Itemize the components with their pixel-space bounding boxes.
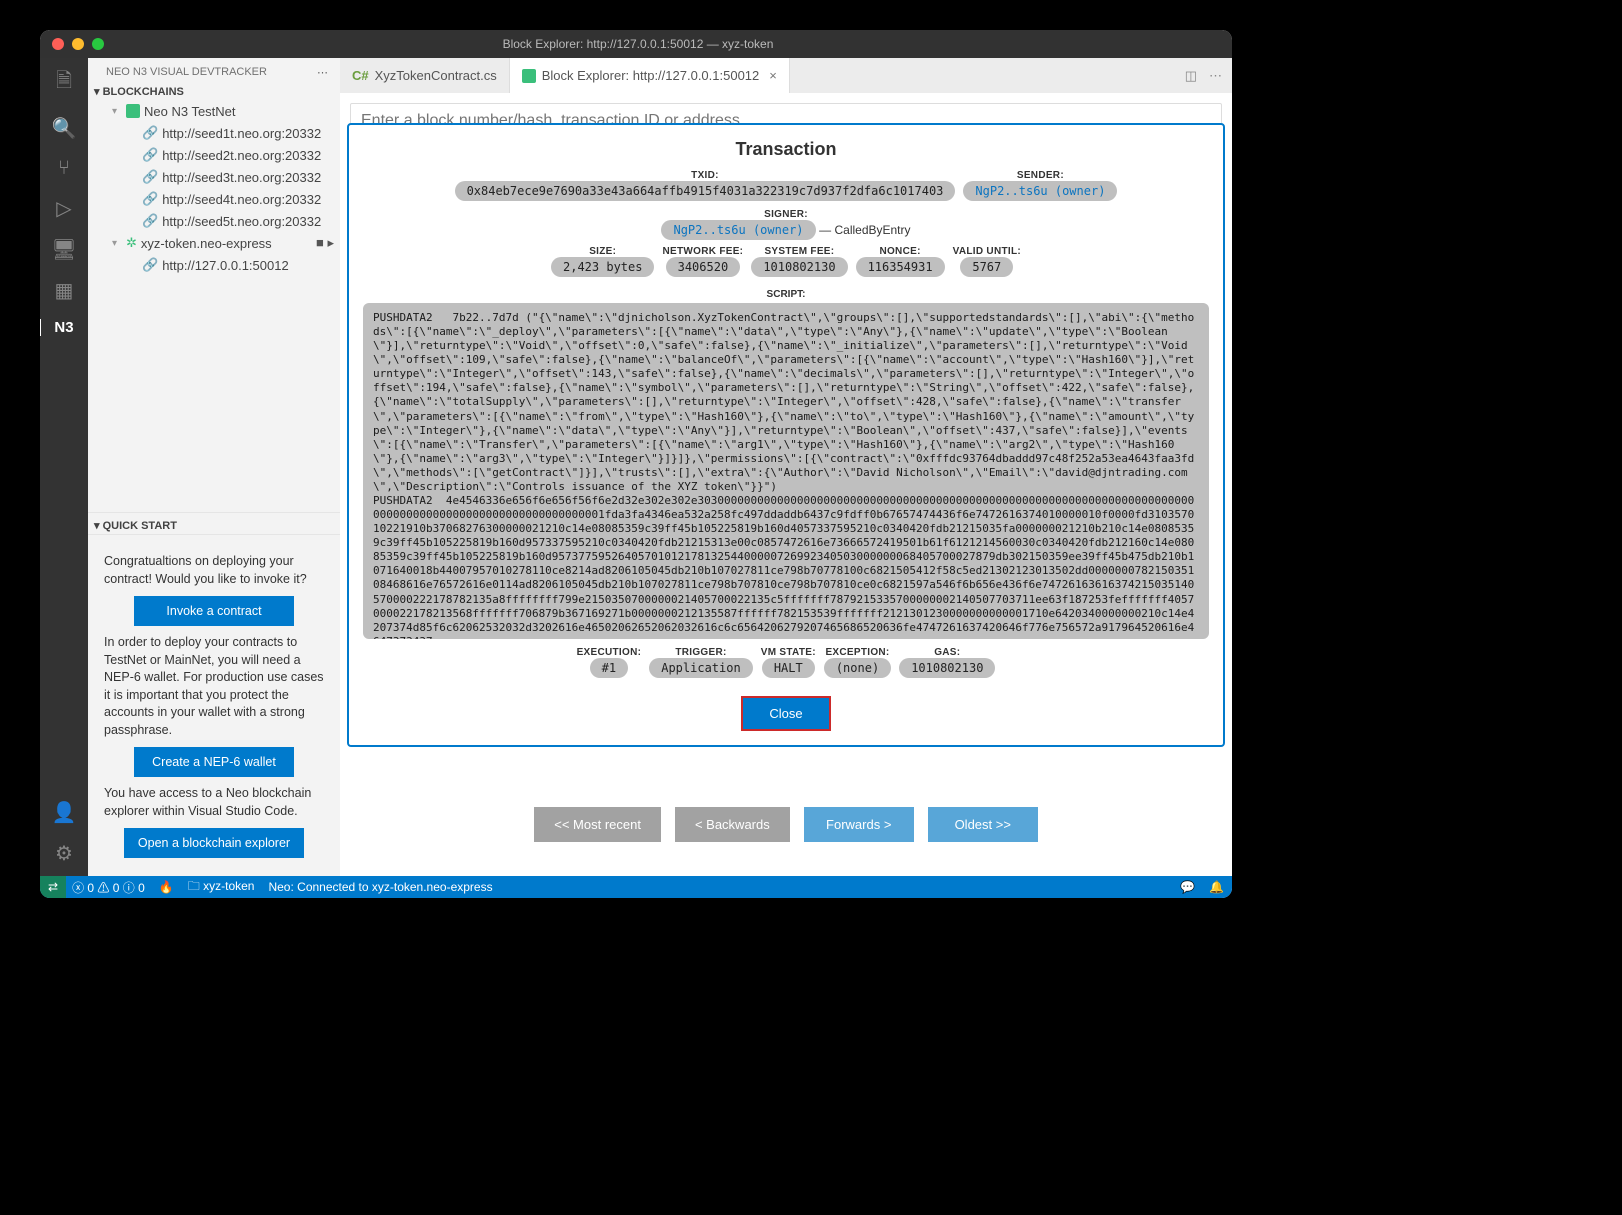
- sidebar-section-quickstart[interactable]: ▾ QUICK START: [88, 512, 340, 534]
- validuntil-chip: 5767: [960, 257, 1013, 277]
- remote-indicator[interactable]: ⇄: [40, 876, 66, 898]
- link-icon: 🔗: [142, 147, 158, 163]
- script-label: SCRIPT:: [363, 289, 1209, 300]
- split-editor-icon[interactable]: ◫: [1185, 68, 1197, 84]
- txid-chip[interactable]: 0x84eb7ece9e7690a33e43a664affb4915f4031a…: [455, 181, 956, 201]
- activity-bar: 🗎 🔍 ⑂ ▷ 🖥 ▦ N3 👤 ⚙: [40, 58, 88, 876]
- app-window: Block Explorer: http://127.0.0.1:50012 —…: [40, 30, 1232, 898]
- gas-chip: 1010802130: [899, 658, 995, 678]
- remote-explorer-icon[interactable]: 🖥: [51, 237, 76, 262]
- bell-icon[interactable]: 🔔: [1209, 880, 1224, 894]
- tree-item-local[interactable]: ▾✲ xyz-token.neo-express ■ ▸: [88, 232, 340, 254]
- close-window-icon[interactable]: [52, 38, 64, 50]
- size-chip: 2,423 bytes: [551, 257, 654, 277]
- trigger-chip: Application: [649, 658, 752, 678]
- quick-start-panel: Congratualtions on deploying your contra…: [88, 534, 340, 876]
- tree-item-local-node[interactable]: 🔗 http://127.0.0.1:50012: [88, 254, 340, 276]
- tree-item-seed[interactable]: 🔗http://seed4t.neo.org:20332: [88, 188, 340, 210]
- invoke-contract-button[interactable]: Invoke a contract: [134, 596, 294, 626]
- sender-chip[interactable]: NgP2..ts6u (owner): [963, 181, 1117, 201]
- tree-item-seed[interactable]: 🔗http://seed1t.neo.org:20332: [88, 122, 340, 144]
- status-fire-icon[interactable]: 🔥: [159, 880, 174, 894]
- tree-item-seed[interactable]: 🔗http://seed2t.neo.org:20332: [88, 144, 340, 166]
- stop-icon[interactable]: ■ ▸: [316, 235, 334, 251]
- status-folder[interactable]: 🗀 xyz-token: [188, 877, 255, 898]
- csharp-file-icon: C#: [352, 68, 369, 83]
- explorer-icon[interactable]: 🗎: [56, 66, 72, 100]
- vmstate-chip: HALT: [762, 658, 815, 678]
- more-icon[interactable]: ⋯: [317, 66, 328, 79]
- quick-text-1: Congratualtions on deploying your contra…: [104, 553, 324, 588]
- search-icon[interactable]: 🔍: [52, 116, 77, 141]
- neo-cube-icon: [522, 69, 536, 83]
- blockchain-tree: ▾ Neo N3 TestNet 🔗http://seed1t.neo.org:…: [88, 100, 340, 282]
- sysfee-chip: 1010802130: [751, 257, 847, 277]
- tab-block-explorer[interactable]: Block Explorer: http://127.0.0.1:50012 ×: [510, 58, 790, 93]
- tree-item-seed[interactable]: 🔗http://seed5t.neo.org:20332: [88, 210, 340, 232]
- exception-chip: (none): [824, 658, 891, 678]
- tree-item-seed[interactable]: 🔗http://seed3t.neo.org:20332: [88, 166, 340, 188]
- status-neo-connection[interactable]: Neo: Connected to xyz-token.neo-express: [268, 880, 492, 894]
- source-control-icon[interactable]: ⑂: [58, 157, 70, 180]
- close-button[interactable]: Close: [741, 696, 830, 731]
- link-icon: 🔗: [142, 169, 158, 185]
- traffic-lights[interactable]: [40, 38, 104, 50]
- transaction-modal: Transaction TXID: 0x84eb7ece9e7690a33e43…: [347, 123, 1225, 747]
- titlebar: Block Explorer: http://127.0.0.1:50012 —…: [40, 30, 1232, 58]
- settings-gear-icon[interactable]: ⚙: [55, 841, 73, 866]
- execution-chip: #1: [590, 658, 628, 678]
- link-icon: 🔗: [142, 125, 158, 141]
- window-title: Block Explorer: http://127.0.0.1:50012 —…: [104, 37, 1172, 51]
- zoom-window-icon[interactable]: [92, 38, 104, 50]
- signer-chip[interactable]: NgP2..ts6u (owner): [661, 220, 815, 240]
- link-icon: 🔗: [142, 191, 158, 207]
- tree-item-testnet[interactable]: ▾ Neo N3 TestNet: [88, 100, 340, 122]
- quick-text-2: In order to deploy your contracts to Tes…: [104, 634, 324, 739]
- link-icon: 🔗: [142, 257, 158, 273]
- sidebar: NEO N3 VISUAL DEVTRACKER ⋯ ▾ BLOCKCHAINS…: [88, 58, 340, 876]
- neo-cube-icon: [126, 104, 140, 118]
- sidebar-section-blockchains[interactable]: ▾ BLOCKCHAINS: [88, 83, 340, 100]
- extensions-icon[interactable]: ▦: [55, 278, 74, 303]
- close-tab-icon[interactable]: ×: [769, 68, 777, 83]
- account-icon[interactable]: 👤: [52, 800, 77, 825]
- neo-n3-icon[interactable]: N3: [40, 319, 87, 336]
- status-problems[interactable]: ⓧ 0 ⚠ 0 ⓘ 0: [72, 879, 145, 896]
- more-actions-icon[interactable]: ⋯: [1209, 68, 1222, 84]
- create-wallet-button[interactable]: Create a NEP-6 wallet: [134, 747, 294, 777]
- quick-text-3: You have access to a Neo blockchain expl…: [104, 785, 324, 820]
- editor-area: C# XyzTokenContract.cs Block Explorer: h…: [340, 58, 1232, 876]
- minimize-window-icon[interactable]: [72, 38, 84, 50]
- editor-tabs: C# XyzTokenContract.cs Block Explorer: h…: [340, 58, 1232, 93]
- sidebar-title: NEO N3 VISUAL DEVTRACKER: [106, 66, 267, 79]
- nonce-chip: 116354931: [856, 257, 945, 277]
- feedback-icon[interactable]: 💬: [1180, 880, 1195, 894]
- status-bar: ⇄ ⓧ 0 ⚠ 0 ⓘ 0 🔥 🗀 xyz-token Neo: Connect…: [40, 876, 1232, 898]
- netfee-chip: 3406520: [666, 257, 741, 277]
- tab-xyztokencontract[interactable]: C# XyzTokenContract.cs: [340, 58, 510, 93]
- open-explorer-button[interactable]: Open a blockchain explorer: [124, 828, 304, 858]
- modal-title: Transaction: [363, 139, 1209, 160]
- gear-green-icon: ✲: [126, 235, 137, 251]
- link-icon: 🔗: [142, 213, 158, 229]
- modal-overlay: Transaction TXID: 0x84eb7ece9e7690a33e43…: [340, 93, 1232, 876]
- script-box[interactable]: PUSHDATA2 7b22..7d7d ("{\"name\":\"djnic…: [363, 303, 1209, 639]
- run-debug-icon[interactable]: ▷: [56, 196, 71, 221]
- explorer-content: 84eb7e…017403 8 9a636b…c65f82 3 Hide emp…: [340, 93, 1232, 876]
